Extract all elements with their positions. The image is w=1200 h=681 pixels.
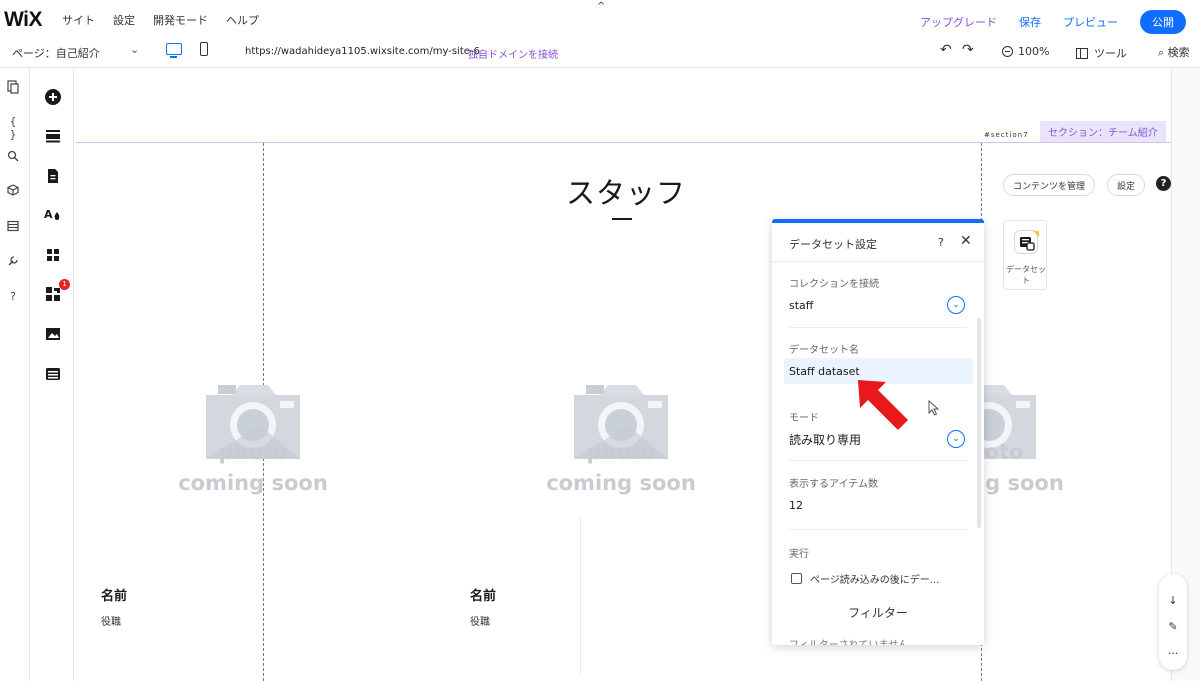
filter-button[interactable]: フィルター: [772, 604, 984, 621]
table-icon[interactable]: [5, 220, 21, 235]
add-tools-rail: A: [30, 68, 74, 681]
mouse-cursor-icon: [928, 400, 940, 416]
connect-domain-link[interactable]: 独自ドメインを接続: [468, 46, 558, 61]
menu-site[interactable]: サイト: [62, 12, 95, 28]
preview-button[interactable]: プレビュー: [1063, 14, 1118, 30]
photo-text-line1: photo: [586, 440, 656, 464]
dataset-label: データセット: [1006, 265, 1046, 285]
cms-icon[interactable]: [44, 365, 62, 383]
panel-divider: [772, 261, 984, 262]
tools-label: ツール: [1094, 47, 1127, 60]
section-boundary: [75, 142, 1171, 143]
media-icon[interactable]: [44, 325, 62, 343]
heading-divider: [612, 218, 632, 220]
chevron-down-icon[interactable]: ⌄: [947, 296, 965, 314]
menu-help[interactable]: ヘルプ: [226, 12, 259, 28]
left-rail: { } ?: [0, 68, 30, 681]
theme-icon[interactable]: A: [44, 206, 62, 224]
zoom-out-icon: [1002, 46, 1013, 57]
mode-label: モード: [789, 413, 819, 424]
collection-label: コレクションを接続: [789, 279, 879, 290]
filter-status: フィルターされていません: [789, 636, 908, 645]
close-icon[interactable]: ✕: [960, 233, 972, 249]
chevron-down-icon[interactable]: ⌄: [947, 430, 965, 448]
top-menu: サイト 設定 開発モード ヘルプ: [62, 12, 259, 28]
page-selector[interactable]: ページ：自己紹介: [12, 45, 100, 61]
collection-dropdown[interactable]: staff: [789, 299, 813, 312]
apps-grid-icon[interactable]: [44, 246, 62, 264]
box-icon[interactable]: [5, 184, 21, 199]
panel-divider: [789, 460, 967, 461]
staff-heading[interactable]: スタッフ: [566, 170, 686, 212]
panel-help-icon[interactable]: ?: [938, 236, 944, 249]
top-bar: WiX サイト 設定 開発モード ヘルプ ^ アップグレード 保存 プレビュー …: [0, 0, 1200, 38]
photo-text-line2: coming soon: [546, 471, 696, 495]
mobile-icon[interactable]: [200, 42, 208, 56]
item-count-input[interactable]: 12: [789, 499, 803, 512]
run-label: 実行: [789, 549, 809, 560]
section-id-label: #section7: [984, 131, 1029, 139]
code-icon[interactable]: { }: [5, 115, 21, 141]
staff-name[interactable]: 名前: [101, 585, 127, 604]
top-actions: アップグレード 保存 プレビュー 公開: [920, 10, 1186, 34]
menu-dev-mode[interactable]: 開発モード: [153, 12, 208, 28]
search-button[interactable]: ⌕ 検索: [1158, 44, 1190, 60]
site-url: https://wadahideya1105.wixsite.com/my-si…: [245, 46, 480, 57]
redo-icon[interactable]: ↷: [962, 42, 974, 58]
run-after-load-label[interactable]: ページ読み込みの後にデー...: [810, 571, 939, 586]
panel-title: データセット設定: [789, 238, 877, 251]
desktop-icon[interactable]: [166, 43, 182, 58]
search-icon[interactable]: [5, 150, 21, 165]
tools-panel-icon: [1076, 48, 1088, 59]
pen-icon[interactable]: ✎: [1159, 620, 1187, 633]
panel-divider: [789, 327, 967, 328]
staff-role[interactable]: 役職: [470, 613, 490, 628]
search-icon: ⌕: [1158, 46, 1165, 59]
arrow-down-icon[interactable]: ↓: [1159, 594, 1187, 607]
svg-text:A: A: [44, 208, 53, 221]
sub-toolbar: ページ：自己紹介 ⌄ https://wadahideya1105.wixsit…: [0, 38, 1200, 68]
wrench-icon[interactable]: [5, 255, 21, 270]
search-label: 検索: [1167, 46, 1190, 59]
dataset-element[interactable]: データセット: [1003, 220, 1047, 290]
item-count-label: 表示するアイテム数: [789, 479, 878, 490]
page-icon[interactable]: [44, 167, 62, 185]
staff-role[interactable]: 役職: [101, 613, 121, 628]
save-button[interactable]: 保存: [1019, 14, 1041, 30]
pages-icon[interactable]: [5, 80, 21, 97]
help-icon[interactable]: ?: [5, 290, 21, 303]
panel-scrollbar[interactable]: [977, 318, 981, 528]
photo-text-line1: photo: [218, 440, 288, 464]
tools-button[interactable]: ツール: [1076, 45, 1127, 61]
manage-content-button[interactable]: コンテンツを管理: [1003, 174, 1096, 196]
more-icon[interactable]: ...: [1159, 644, 1187, 657]
panel-divider: [789, 529, 967, 530]
wix-logo[interactable]: WiX: [4, 8, 42, 32]
collapse-caret-icon[interactable]: ^: [597, 1, 605, 12]
red-arrow-annotation: [858, 380, 908, 430]
zoom-control[interactable]: 100%: [1002, 45, 1049, 58]
staff-name[interactable]: 名前: [470, 585, 496, 604]
photo-placeholder-text: photo coming soon: [536, 437, 706, 499]
run-after-load-checkbox[interactable]: [791, 573, 802, 584]
menu-settings[interactable]: 設定: [113, 12, 135, 28]
card-divider: [580, 515, 581, 675]
section-tag[interactable]: セクション：チーム紹介: [1040, 121, 1166, 142]
undo-icon[interactable]: ↶: [940, 42, 952, 58]
settings-button[interactable]: 設定: [1107, 174, 1146, 196]
upgrade-link[interactable]: アップグレード: [920, 14, 997, 30]
dataset-name-label: データセット名: [789, 345, 859, 356]
dataset-icon: [1014, 230, 1039, 254]
publish-button[interactable]: 公開: [1140, 10, 1186, 34]
photo-placeholder-text: photo coming soon: [168, 437, 338, 499]
help-icon[interactable]: ?: [1156, 176, 1171, 191]
chevron-down-icon[interactable]: ⌄: [130, 43, 139, 56]
photo-text-line2: coming soon: [178, 471, 328, 495]
add-icon[interactable]: [44, 88, 62, 106]
floating-toolbar: ↓ ✎ ...: [1159, 574, 1187, 670]
notification-badge: 1: [59, 279, 70, 290]
zoom-level: 100%: [1018, 45, 1050, 58]
sections-icon[interactable]: [44, 127, 62, 145]
